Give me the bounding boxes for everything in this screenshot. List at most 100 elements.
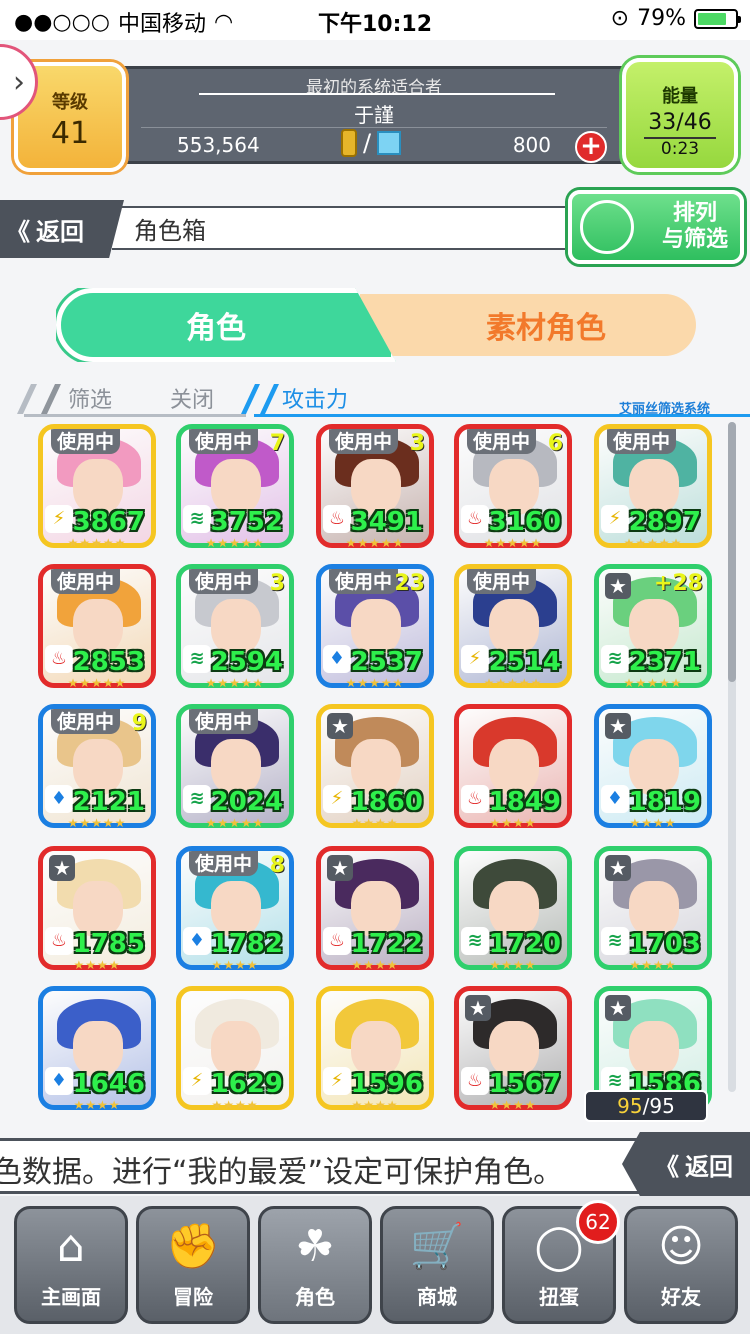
nav-item-friends[interactable]: ☺ 好友 [624, 1206, 738, 1324]
character-card[interactable]: ★ ⚡ 1860 [316, 704, 434, 828]
back-button[interactable]: 《 返回 [0, 200, 124, 258]
water-element-icon: ♦ [183, 927, 211, 955]
character-card[interactable]: 使用中 ⚡ 3867 [38, 424, 156, 548]
rarity-stars: ★★★★★ [623, 536, 683, 550]
attack-power: 2594 [210, 647, 283, 677]
thunder-element-icon: ⚡ [183, 1067, 211, 1095]
character-card[interactable]: ★ ♦ 1819 [594, 704, 712, 828]
character-grid: 使用中 ⚡ 3867 ★★★★★ 使用中 7 ≋ 3752 ★★★★★ 使用中 3 ♨ 3491 ★★★★… [38, 420, 718, 1130]
rarity-stars: ★★★★★ [483, 536, 543, 550]
coin-count: 553,564 [177, 133, 260, 157]
sort-filter-button[interactable]: 排列 与筛选 [568, 190, 744, 264]
character-card[interactable]: ★ ≋ 1703 [594, 846, 712, 970]
character-card[interactable]: 使用中 8 ♦ 1782 [176, 846, 294, 970]
character-card[interactable]: ⚡ 1629 [176, 986, 294, 1110]
panel-divider [141, 127, 607, 128]
character-card[interactable]: 使用中 9 ♦ 2121 [38, 704, 156, 828]
rarity-stars: ★★★★ [351, 816, 399, 830]
ticker-text: 色数据。进行“我的最爱”设定可保护角色。 [0, 1155, 564, 1190]
attack-power: 2024 [210, 787, 283, 817]
attack-power: 1722 [350, 929, 423, 959]
character-card[interactable]: ★ +28 ≋ 2371 [594, 564, 712, 688]
attack-power: 1860 [350, 787, 423, 817]
tab-material-characters[interactable]: 素材角色 [360, 294, 696, 356]
enhance-level: 3 [269, 571, 285, 596]
thunder-element-icon: ⚡ [323, 785, 351, 813]
gem-count: 800 [512, 133, 551, 157]
attack-power: 1720 [488, 929, 561, 959]
attack-power: 1646 [72, 1069, 145, 1099]
rarity-stars: ★★★★ [73, 1098, 121, 1112]
enhance-level: 3 [409, 431, 425, 456]
player-name: 于謹 [354, 103, 394, 127]
water-element-icon: ♦ [45, 1067, 73, 1095]
scrollbar[interactable] [728, 422, 736, 1092]
rabbit-icon: ☘ [295, 1221, 335, 1272]
attack-power: 1629 [210, 1069, 283, 1099]
character-card[interactable]: 使用中 7 ≋ 3752 [176, 424, 294, 548]
attack-power: 2121 [72, 787, 145, 817]
character-card[interactable]: ♦ 1646 [38, 986, 156, 1110]
rarity-stars: ★★★★★ [67, 816, 127, 830]
nav-item-handshake[interactable]: ✊ 冒险 [136, 1206, 250, 1324]
rarity-stars: ★★★★★ [623, 676, 683, 690]
rarity-stars: ★★★★★ [483, 676, 543, 690]
ticker-back-button[interactable]: 《 返回 [622, 1132, 750, 1196]
nav-item-label: 冒险 [173, 1285, 213, 1309]
thunder-element-icon: ⚡ [601, 505, 629, 533]
currency-icons: / [341, 129, 402, 157]
nav-item-label: 角色 [295, 1285, 335, 1309]
nav-item-cart[interactable]: 🛒 商城 [380, 1206, 494, 1324]
in-use-badge: 使用中 [189, 429, 259, 454]
count-current: 95 [617, 1094, 643, 1118]
favorite-star-icon: ★ [605, 573, 631, 599]
filter-state: 关闭 [170, 388, 215, 413]
add-gems-button[interactable]: + [575, 131, 607, 163]
scrollbar-thumb[interactable] [728, 422, 736, 682]
wind-element-icon: ≋ [183, 505, 211, 533]
nav-item-home[interactable]: ⌂ 主画面 [14, 1206, 128, 1324]
character-card[interactable]: 使用中 ≋ 2024 [176, 704, 294, 828]
character-card[interactable]: ★ ♨ 1785 [38, 846, 156, 970]
attack-power: 1703 [628, 929, 701, 959]
character-card[interactable]: 使用中 ♨ 2853 [38, 564, 156, 688]
in-use-badge: 使用中 [189, 709, 259, 734]
in-use-badge: 使用中 [329, 429, 399, 454]
character-card[interactable]: ★ ♨ 1722 [316, 846, 434, 970]
character-card[interactable]: 使用中 6 ♨ 3160 [454, 424, 572, 548]
battery-percent: 79% [637, 6, 686, 31]
character-card[interactable]: 使用中 23 ♦ 2537 [316, 564, 434, 688]
character-card[interactable]: ★ ♨ 1567 [454, 986, 572, 1110]
tab-characters[interactable]: 角色 [56, 288, 396, 362]
rarity-stars: ★★★★★ [67, 536, 127, 550]
character-card[interactable]: 使用中 3 ≋ 2594 [176, 564, 294, 688]
filter-label[interactable]: 筛选 [68, 382, 112, 414]
tab-bar: 素材角色 角色 [0, 288, 750, 368]
attack-power: 2371 [628, 647, 701, 677]
level-value: 41 [50, 116, 90, 151]
enhance-level: 9 [131, 711, 147, 736]
favorite-star-icon: ★ [327, 713, 353, 739]
sort-filter-label: 排列 与筛选 [662, 201, 728, 253]
character-card[interactable]: ⚡ 1596 [316, 986, 434, 1110]
character-card[interactable]: 使用中 ⚡ 2897 [594, 424, 712, 548]
favorite-star-icon: ★ [465, 995, 491, 1021]
chevron-left-icon: 《 [655, 1152, 679, 1181]
nav-item-label: 好友 [661, 1285, 701, 1309]
in-use-badge: 使用中 [467, 429, 537, 454]
nav-item-rabbit[interactable]: ☘ 角色 [258, 1206, 372, 1324]
character-count: 95/95 [584, 1090, 708, 1122]
character-card[interactable]: 使用中 3 ♨ 3491 [316, 424, 434, 548]
character-card[interactable]: 使用中 ⚡ 2514 [454, 564, 572, 688]
rarity-stars: ★★★★ [73, 958, 121, 972]
nav-item-label: 主画面 [41, 1285, 101, 1309]
in-use-badge: 使用中 [189, 851, 259, 876]
page-title: 角色箱 [112, 206, 582, 250]
rarity-stars: ★★★★ [629, 816, 677, 830]
battery-icon [694, 8, 741, 29]
enhance-level: 7 [269, 431, 285, 456]
character-card[interactable]: ♨ 1849 [454, 704, 572, 828]
attack-power: 2514 [488, 647, 561, 677]
sort-key[interactable]: 攻击力 [282, 382, 348, 414]
character-card[interactable]: ≋ 1720 [454, 846, 572, 970]
